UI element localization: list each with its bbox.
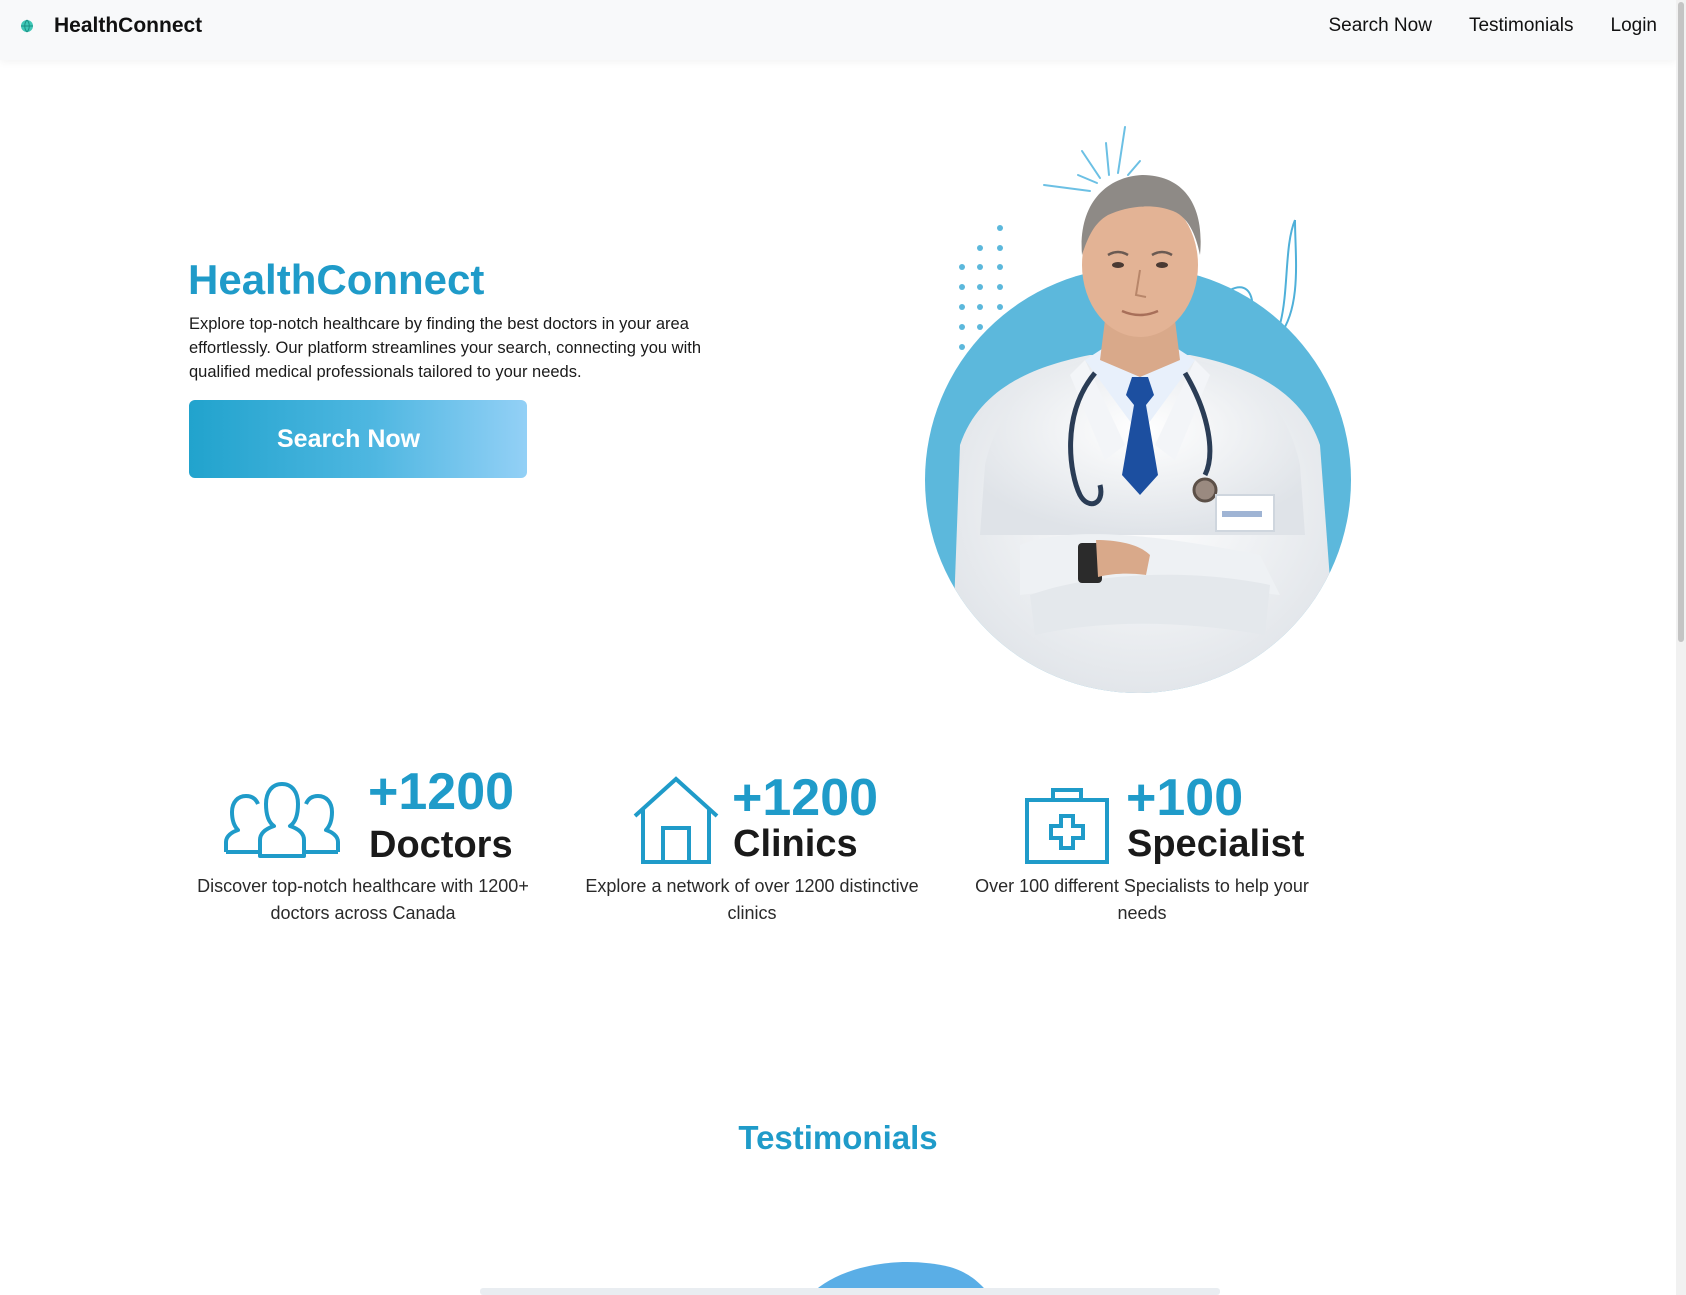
testimonial-card-preview: [480, 1262, 1220, 1295]
stat-doctors-description: Discover top-notch healthcare with 1200+…: [197, 876, 529, 923]
top-navbar: HealthConnect Search Now Testimonials Lo…: [0, 0, 1676, 60]
brand[interactable]: HealthConnect: [20, 14, 202, 38]
house-icon: [633, 776, 719, 864]
stat-specialist-label: Specialist: [1127, 823, 1305, 865]
stat-specialist-number: +100: [1126, 769, 1244, 827]
testimonials-heading: Testimonials: [738, 1119, 938, 1156]
globe-logo-icon: [21, 19, 33, 33]
nav-links: Search Now Testimonials Login: [1291, 14, 1657, 38]
hero-description: Explore top-notch healthcare by finding …: [189, 315, 702, 381]
stat-clinics-number: +1200: [732, 769, 879, 827]
nav-link-search-now[interactable]: Search Now: [1328, 14, 1432, 38]
hero-title: HealthConnect: [188, 256, 485, 303]
nav-link-login[interactable]: Login: [1611, 14, 1658, 38]
people-icon: [224, 782, 340, 858]
scrollbar-thumb[interactable]: [1678, 2, 1684, 642]
nav-link-testimonials[interactable]: Testimonials: [1469, 14, 1574, 38]
page-scrollbar[interactable]: [1676, 0, 1686, 1295]
stat-doctors-number: +1200: [368, 763, 515, 821]
stat-clinics-label: Clinics: [733, 823, 858, 865]
stat-clinics-description: Explore a network of over 1200 distincti…: [585, 876, 919, 923]
search-now-button[interactable]: Search Now: [189, 400, 527, 478]
medical-kit-icon: [1025, 788, 1109, 864]
stat-specialist-description: Over 100 different Specialists to help y…: [975, 876, 1309, 923]
brand-name: HealthConnect: [54, 14, 203, 37]
doctor-hero-image: [925, 126, 1351, 693]
stat-doctors-label: Doctors: [369, 824, 513, 866]
